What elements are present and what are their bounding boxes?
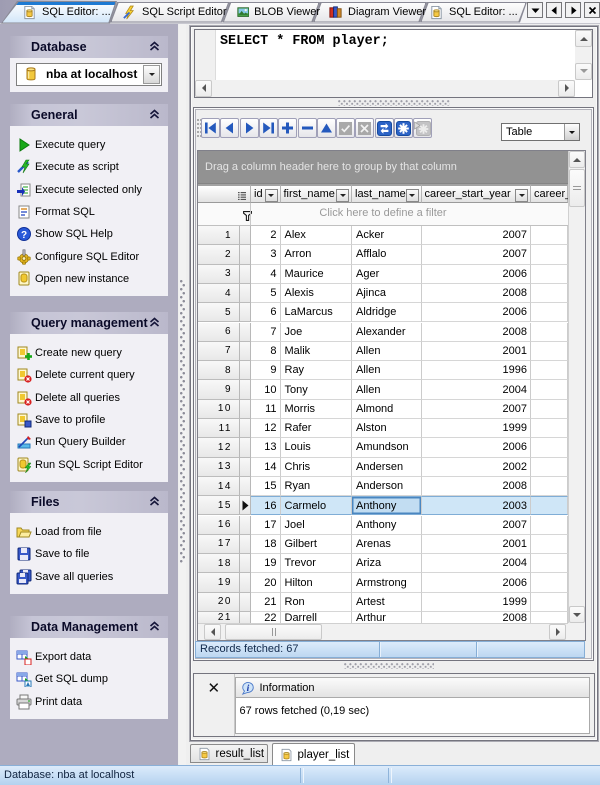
svg-text:i: i [246,683,249,694]
svg-text:?: ? [21,230,27,241]
